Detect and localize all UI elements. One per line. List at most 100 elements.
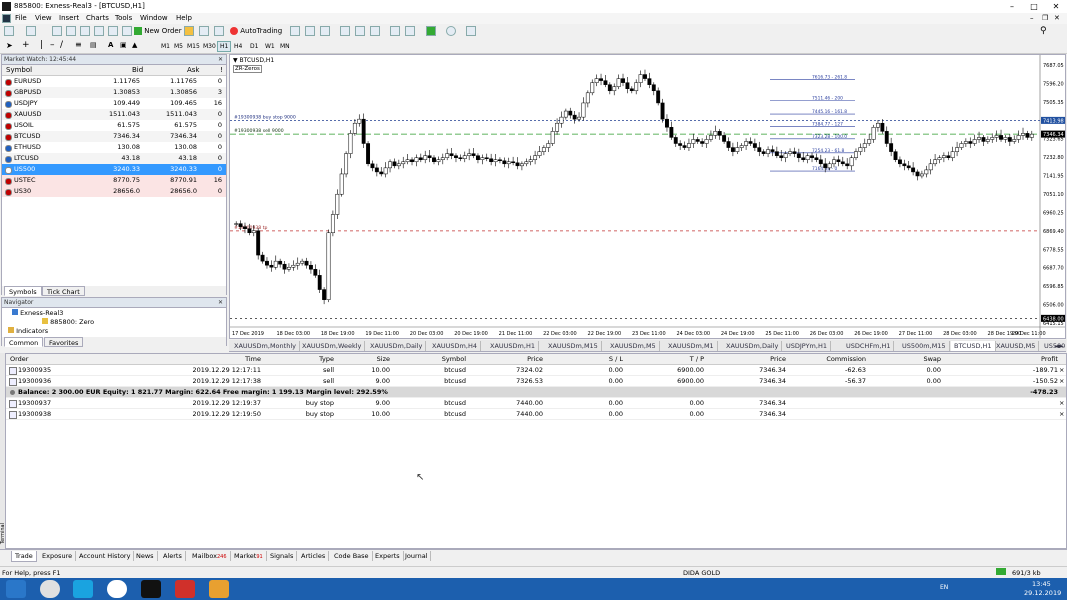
menu-help[interactable]: Help [176, 14, 192, 22]
start-button-icon[interactable] [6, 580, 26, 598]
trendline-icon[interactable]: ∕ [60, 40, 63, 50]
tab-tick-chart[interactable]: Tick Chart [42, 286, 85, 296]
close-icon[interactable]: ✕ [1045, 0, 1067, 13]
orders-col-sl[interactable]: S / L [548, 354, 623, 364]
orders-col-price[interactable]: Price [471, 354, 543, 364]
zoom-out-icon[interactable] [355, 26, 365, 36]
menu-minimize-icon[interactable]: – [1030, 14, 1034, 22]
market-icon[interactable] [199, 26, 209, 36]
tf-mn[interactable]: MN [277, 41, 293, 52]
col-bid[interactable]: Bid [132, 66, 143, 74]
col-symbol[interactable]: Symbol [6, 66, 32, 74]
panel-close-icon[interactable]: ✕ [218, 55, 223, 64]
market-watch-row[interactable]: BTCUSD 7346.34 7346.34 0 [2, 131, 226, 142]
close-order-icon[interactable]: × [1059, 409, 1064, 419]
menu-view[interactable]: View [35, 14, 52, 22]
tab-common[interactable]: Common [4, 337, 44, 347]
orders-col-profit[interactable]: Profit [986, 354, 1058, 364]
chrome-icon[interactable] [40, 580, 60, 598]
nav-accounts[interactable]: Exness-Real3 [12, 309, 63, 317]
terminal-tab-alerts[interactable]: Alerts [160, 551, 186, 561]
menu-window[interactable]: Window [140, 14, 168, 22]
col-spread[interactable]: ! [220, 66, 223, 74]
orders-col-time[interactable]: Time [116, 354, 261, 364]
chart-tab[interactable]: XAUUSDm,M15 [545, 341, 602, 351]
chart-tab[interactable]: XAUUSDm,H4 [429, 341, 481, 351]
teamviewer-icon[interactable] [107, 580, 127, 598]
chart-tab[interactable]: XAUUSDm,Daily [367, 341, 427, 351]
chart-tab[interactable]: XAUUSDm,M1 [665, 341, 718, 351]
market-watch-row[interactable]: US30 28656.0 28656.0 0 [2, 186, 226, 197]
clock-time[interactable]: 13:45 [1032, 580, 1051, 588]
market-watch-row[interactable]: USDJPY 109.449 109.465 16 [2, 98, 226, 109]
experts-icon[interactable] [184, 26, 194, 36]
terminal-tab-news[interactable]: News [133, 551, 158, 561]
market-watch-row[interactable]: ETHUSD 130.08 130.08 0 [2, 142, 226, 153]
tf-h1[interactable]: H1 [217, 41, 232, 52]
terminal-tab-experts[interactable]: Experts [372, 551, 404, 561]
col-ask[interactable]: Ask [187, 66, 200, 74]
terminal-tab-code-base[interactable]: Code Base [331, 551, 373, 561]
terminal-tab-trade[interactable]: Trade [11, 551, 37, 562]
tf-w1[interactable]: W1 [262, 41, 278, 52]
close-order-icon[interactable]: × [1059, 398, 1064, 408]
indicators-icon[interactable] [426, 26, 436, 36]
chart-tab[interactable]: XAUUSDm,Monthly [231, 341, 300, 351]
orders-col-swap[interactable]: Swap [871, 354, 941, 364]
terminal-tab-articles[interactable]: Articles [298, 551, 330, 561]
chart-tab[interactable]: US500m,M15 [899, 341, 950, 351]
metatrader-icon[interactable] [141, 580, 161, 598]
orders-col-order[interactable]: Order [10, 354, 70, 364]
orders-col-symbol[interactable]: Symbol [396, 354, 466, 364]
chart-tab[interactable]: XAUUSDm,Daily [723, 341, 783, 351]
order-row[interactable]: 19300935 2019.12.29 12:17:11 sell 10.00 btcu… [6, 365, 1066, 376]
channel-icon[interactable]: ≡ [75, 40, 82, 49]
chart-tab[interactable]: XAUUSD,M5 [993, 341, 1040, 351]
menu-close-icon[interactable]: ✕ [1054, 14, 1060, 22]
order-row[interactable]: 19300938 2019.12.29 12:19:50 buy stop 10.00… [6, 409, 1066, 420]
tab-favorites[interactable]: Favorites [44, 337, 84, 347]
market-watch-row[interactable]: LTCUSD 43.18 43.18 0 [2, 153, 226, 164]
terminal-tab-signals[interactable]: Signals [267, 551, 298, 561]
line-chart-icon[interactable] [320, 26, 330, 36]
market-watch-row[interactable]: XAUUSD 1511.043 1511.043 0 [2, 109, 226, 120]
label-icon[interactable]: ▣ [120, 41, 127, 49]
market-watch-row[interactable]: EURUSD 1.11765 1.11765 0 [2, 76, 226, 87]
chart-tab[interactable]: USDCHFm,H1 [843, 341, 895, 351]
periods-icon[interactable] [446, 26, 456, 36]
menu-file[interactable]: File [15, 14, 27, 22]
horizontal-line-icon[interactable]: – [50, 40, 55, 50]
search-icon[interactable]: ⚲ [1040, 26, 1047, 36]
nav-account-item[interactable]: 885800: Zero [42, 318, 94, 326]
new-chart-icon[interactable] [4, 26, 14, 36]
tab-symbols[interactable]: Symbols [4, 286, 42, 296]
app-orange-icon[interactable] [209, 580, 229, 598]
terminal-tab-exposure[interactable]: Exposure [39, 551, 77, 561]
orders-col-tp[interactable]: T / P [626, 354, 704, 364]
orders-col-commission[interactable]: Commission [791, 354, 866, 364]
orders-col-cur[interactable]: Price [706, 354, 786, 364]
chart-tab[interactable]: XAUUSDm,Weekly [299, 341, 366, 351]
data-window-icon[interactable] [66, 26, 76, 36]
chart-tabs-scroll-icon[interactable]: ◄► [1051, 341, 1067, 351]
chart-tab[interactable]: XAUUSDm,M5 [607, 341, 660, 351]
terminal-icon[interactable] [94, 26, 104, 36]
market-watch-row[interactable]: USOIL 61.575 61.575 0 [2, 120, 226, 131]
menu-charts[interactable]: Charts [86, 14, 109, 22]
order-row[interactable]: 19300937 2019.12.29 12:19:37 buy stop 9.00 b… [6, 398, 1066, 409]
menu-tools[interactable]: Tools [115, 14, 132, 22]
new-order-button[interactable]: New Order [134, 26, 182, 37]
order-row[interactable]: 19300936 2019.12.29 12:17:38 sell 9.00 btcus… [6, 376, 1066, 387]
chart-window-icon[interactable] [122, 26, 132, 36]
tf-m30[interactable]: M30 [200, 41, 219, 52]
skype-icon[interactable] [73, 580, 93, 598]
orders-col-type[interactable]: Type [268, 354, 334, 364]
crosshair-icon[interactable]: + [22, 40, 30, 50]
signals-icon[interactable] [214, 26, 224, 36]
close-order-icon[interactable]: × [1059, 376, 1064, 386]
strategy-tester-icon[interactable] [108, 26, 118, 36]
tile-windows-icon[interactable] [370, 26, 380, 36]
text-icon[interactable]: A [108, 41, 113, 49]
terminal-tab-market[interactable]: Market91 [231, 551, 267, 561]
templates-icon[interactable] [466, 26, 476, 36]
